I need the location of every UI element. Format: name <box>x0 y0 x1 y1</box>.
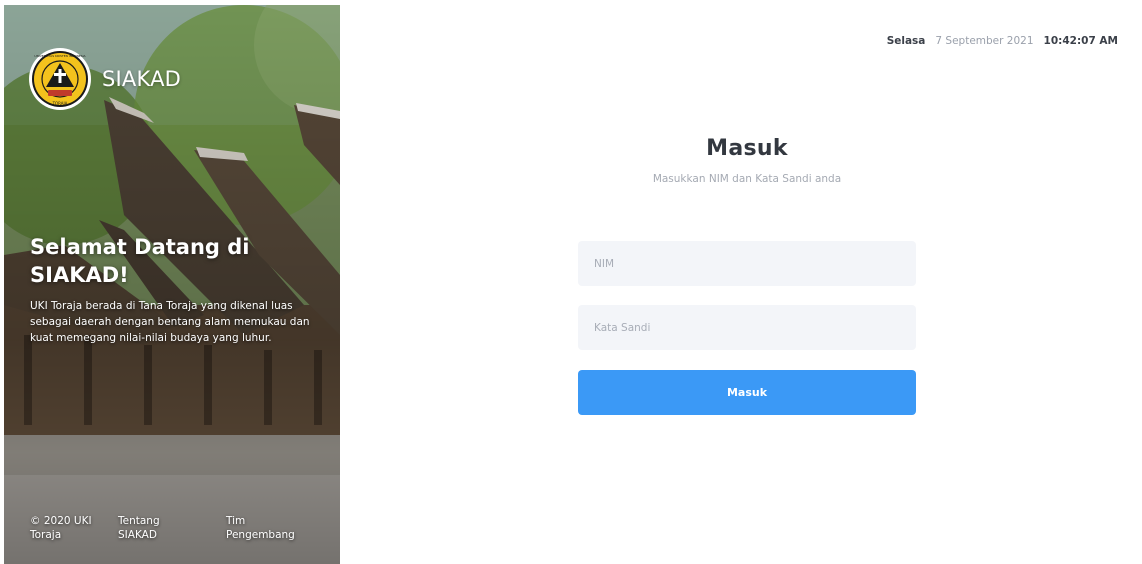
brand-name: SIAKAD <box>102 67 182 91</box>
hero-panel: TORAJA UNIVERSITAS KRISTEN INDONESIA SIA… <box>4 5 340 564</box>
logo-bottom-text: TORAJA <box>52 101 68 106</box>
current-time: 10:42:07 AM <box>1043 35 1118 47</box>
nim-input[interactable] <box>578 241 916 286</box>
current-datetime: Selasa 7 September 2021 10:42:07 AM <box>887 35 1118 47</box>
welcome-title: Selamat Datang di SIAKAD! <box>30 235 250 287</box>
current-date: 7 September 2021 <box>935 35 1034 47</box>
password-input[interactable] <box>578 305 916 350</box>
university-seal-icon: TORAJA UNIVERSITAS KRISTEN INDONESIA <box>29 48 91 110</box>
developer-team-link[interactable]: Tim Pengembang <box>226 514 316 542</box>
login-title: Masuk <box>706 136 788 161</box>
login-subtitle: Masukkan NIM dan Kata Sandi anda <box>652 173 842 185</box>
logo-ring-text: UNIVERSITAS KRISTEN INDONESIA <box>34 54 86 58</box>
login-button[interactable]: Masuk <box>578 370 916 415</box>
welcome-description: UKI Toraja berada di Tana Toraja yang di… <box>30 300 310 344</box>
copyright-text: © 2020 UKI Toraja <box>30 515 92 541</box>
brand: TORAJA UNIVERSITAS KRISTEN INDONESIA SIA… <box>28 47 181 111</box>
current-day: Selasa <box>886 35 926 47</box>
about-siakad-link[interactable]: Tentang SIAKAD <box>118 514 198 542</box>
